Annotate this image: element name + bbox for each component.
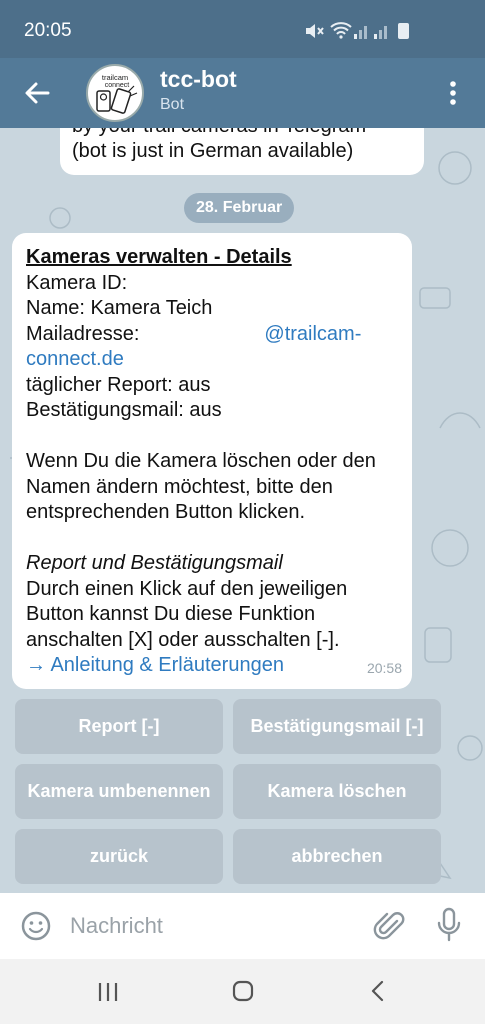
- date-separator: 28. Februar: [184, 193, 295, 223]
- message-bubble[interactable]: Kameras verwalten - Details Kamera ID: N…: [12, 233, 412, 689]
- italic-heading: Report und Bestätigungsmail: [26, 552, 283, 574]
- chat-subtitle: Bot: [160, 96, 185, 113]
- wifi-icon: [330, 22, 352, 39]
- previous-message-line: by your trail cameras in Telegram: [72, 128, 412, 139]
- home-icon[interactable]: [231, 979, 255, 1003]
- camera-id-label: Kamera ID:: [26, 271, 133, 294]
- chat-area[interactable]: by your trail cameras in Telegram (bot i…: [0, 128, 485, 893]
- info-paragraph: Wenn Du die Kamera löschen oder den Name…: [26, 450, 382, 523]
- svg-text:connect: connect: [105, 82, 130, 89]
- svg-text:trailcam: trailcam: [102, 73, 128, 82]
- info-paragraph-2: Durch einen Klick auf den jeweiligen But…: [26, 577, 353, 651]
- status-time: 20:05: [24, 20, 72, 41]
- signal-icon: [354, 26, 387, 39]
- mail-label: Mailadresse:: [26, 322, 140, 345]
- message-time: 20:58: [366, 659, 402, 676]
- back-arrow-icon[interactable]: [22, 78, 52, 108]
- report-toggle-button[interactable]: Report [-]: [15, 699, 223, 754]
- trailcam-logo-icon: trailcam connect: [90, 68, 140, 118]
- back-button[interactable]: zurück: [15, 829, 223, 884]
- recent-apps-icon[interactable]: [96, 981, 120, 1003]
- rename-camera-button[interactable]: Kamera umbenennen: [15, 764, 223, 819]
- system-nav-bar: [0, 959, 485, 1024]
- emoji-icon[interactable]: [20, 910, 52, 942]
- bot-avatar[interactable]: trailcam connect: [86, 64, 144, 122]
- battery-icon: [398, 23, 409, 39]
- previous-message-line: (bot is just in German available): [72, 140, 354, 162]
- confirm-line: Bestätigungsmail: aus: [26, 399, 222, 421]
- guide-link[interactable]: → Anleitung & Erläuterungen: [26, 653, 398, 679]
- mail-line: Mailadresse: @trailcam-connect.de: [26, 322, 398, 373]
- report-line: täglicher Report: aus: [26, 373, 211, 396]
- delete-camera-button[interactable]: Kamera löschen: [233, 764, 441, 819]
- chat-title[interactable]: tcc-bot: [160, 66, 237, 93]
- nav-back-icon[interactable]: [366, 979, 390, 1003]
- message-heading: Kameras verwalten - Details: [26, 246, 292, 268]
- message-input-bar: Nachricht: [0, 893, 485, 959]
- camera-id-line: Kamera ID:: [26, 271, 398, 297]
- cancel-button[interactable]: abbrechen: [233, 829, 441, 884]
- confirmation-mail-toggle-button[interactable]: Bestätigungsmail [-]: [233, 699, 441, 754]
- app-bar: trailcam connect tcc-bot Bot: [0, 58, 485, 128]
- status-bar: 20:05: [0, 0, 485, 58]
- message-input[interactable]: Nachricht: [70, 913, 163, 939]
- previous-message-bubble: by your trail cameras in Telegram (bot i…: [60, 128, 424, 175]
- mute-icon: [306, 24, 324, 38]
- microphone-icon[interactable]: [435, 907, 463, 943]
- more-vert-icon[interactable]: [441, 76, 465, 110]
- camera-name-line: Name: Kamera Teich: [26, 297, 213, 319]
- attach-icon[interactable]: [373, 909, 407, 943]
